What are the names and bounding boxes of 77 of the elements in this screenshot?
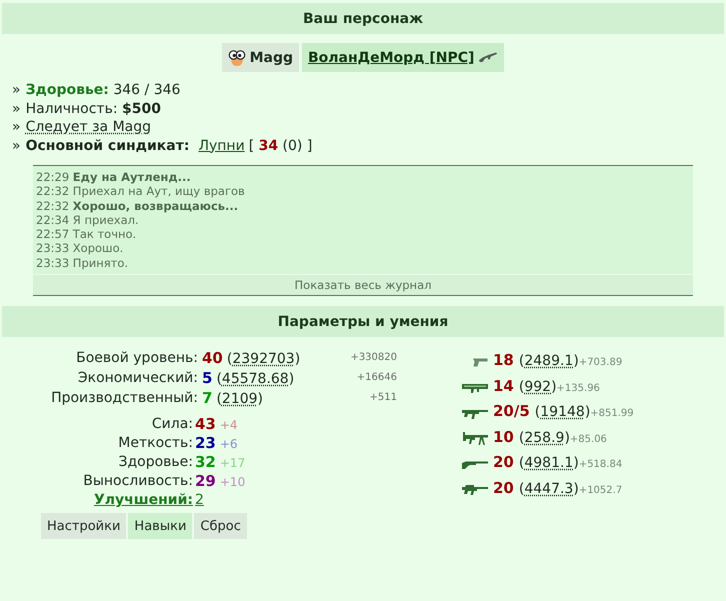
log-entry: 22:32 Хорошо, возвращаюсь...	[36, 198, 240, 213]
bullet: »	[12, 81, 21, 100]
pistol-icon	[472, 358, 488, 368]
stat-value: 29	[195, 472, 216, 491]
machine-gun-icon	[462, 432, 488, 446]
follow-text: Следует за Magg	[26, 118, 152, 136]
log-entry: 23:33 Принято.	[36, 256, 130, 270]
level-number: 40	[202, 348, 223, 368]
player-tab[interactable]: Magg	[222, 43, 299, 72]
log-entry: 22:32 Приехал на Аут, ищу врагов	[36, 184, 246, 199]
skill-level: 18	[493, 350, 514, 370]
stat-bonus: +4	[220, 416, 238, 434]
upgrades-count: 2	[195, 491, 204, 510]
cash-text: Наличность: $500	[26, 100, 161, 118]
character-link[interactable]: ВоланДеМорд [NPC]	[302, 43, 504, 72]
skill-experience: (19148)	[534, 403, 590, 422]
skill-experience: (258.9)	[518, 428, 570, 448]
syndicate-link[interactable]: Лупни	[198, 136, 245, 155]
section-header: Ваш персонаж	[2, 3, 724, 34]
rifle-icon	[462, 408, 488, 420]
level-number: 5	[202, 368, 212, 388]
stat-value: 43	[195, 414, 216, 434]
skill-gain: +135.96	[556, 382, 600, 396]
skill-gain: +1052.7	[578, 484, 622, 498]
cartoon-face-icon	[228, 48, 246, 66]
skill-gain: +703.89	[578, 356, 622, 370]
launcher-icon	[462, 382, 488, 394]
bullet: »	[12, 136, 21, 155]
log-entry: 22:57 Так точно.	[36, 227, 138, 242]
bullet: »	[12, 118, 21, 136]
tab-button[interactable]: Настройки	[41, 513, 126, 540]
skill-experience: (4447.3)	[518, 480, 579, 499]
stat-label: Выносливость:	[83, 472, 193, 492]
experience-value: (45578.68)	[216, 370, 294, 389]
skill-gain: +851.99	[590, 407, 634, 422]
stat-label: Сила:	[152, 415, 193, 434]
skill-level: 10	[493, 426, 514, 447]
stat-bonus: +10	[220, 474, 246, 491]
log-entry: 22:34 Я приехал.	[36, 212, 140, 228]
section-header: Параметры и умения	[2, 306, 724, 338]
level-label: Экономический:	[78, 369, 198, 388]
shotgun-icon	[462, 460, 488, 470]
experience-value: (2392703)	[226, 350, 300, 369]
upgrades-link[interactable]: Улучшений:	[94, 491, 193, 510]
health-text: Здоровье: 346 / 346	[26, 81, 180, 100]
experience-gain: +330820	[350, 351, 397, 366]
syndicate-rank: [ 34 (0) ]	[248, 136, 312, 155]
tab-button[interactable]: Сброс	[194, 513, 247, 540]
scoped-rifle-icon	[462, 484, 488, 496]
skill-level: 14	[493, 376, 514, 396]
stat-value: 23	[195, 434, 216, 453]
experience-gain: +16646	[356, 371, 397, 386]
experience-gain: +511	[370, 391, 397, 406]
level-number: 7	[202, 388, 212, 408]
skill-experience: (4981.1)	[518, 454, 579, 474]
skill-level: 20	[493, 452, 514, 472]
skill-experience: (2489.1)	[518, 352, 579, 372]
stat-bonus: +6	[220, 436, 238, 453]
skill-gain: +85.06	[570, 432, 607, 447]
stat-bonus: +17	[220, 454, 246, 472]
level-label: Производственный:	[51, 389, 198, 408]
tab-button[interactable]: Навыки	[128, 513, 192, 540]
stat-label: Здоровье:	[118, 453, 193, 472]
skill-level: 20	[493, 478, 514, 498]
rifle-icon	[478, 52, 498, 63]
stat-label: Меткость:	[118, 434, 193, 454]
show-log-button[interactable]: Показать весь журнал	[33, 274, 693, 296]
skill-gain: +518.84	[578, 458, 622, 472]
skill-level: 20/5	[493, 401, 530, 422]
log-entry: 22:29 Еду на Аутленд...	[36, 170, 192, 184]
level-label: Боевой уровень:	[76, 349, 198, 368]
stat-value: 32	[195, 452, 216, 472]
syndicate-label: Основной синдикат:	[26, 136, 190, 155]
bullet: »	[12, 100, 21, 118]
skill-experience: (992)	[518, 378, 557, 397]
log-entry: 23:33 Хорошо.	[36, 241, 124, 256]
experience-value: (2109)	[216, 390, 264, 409]
